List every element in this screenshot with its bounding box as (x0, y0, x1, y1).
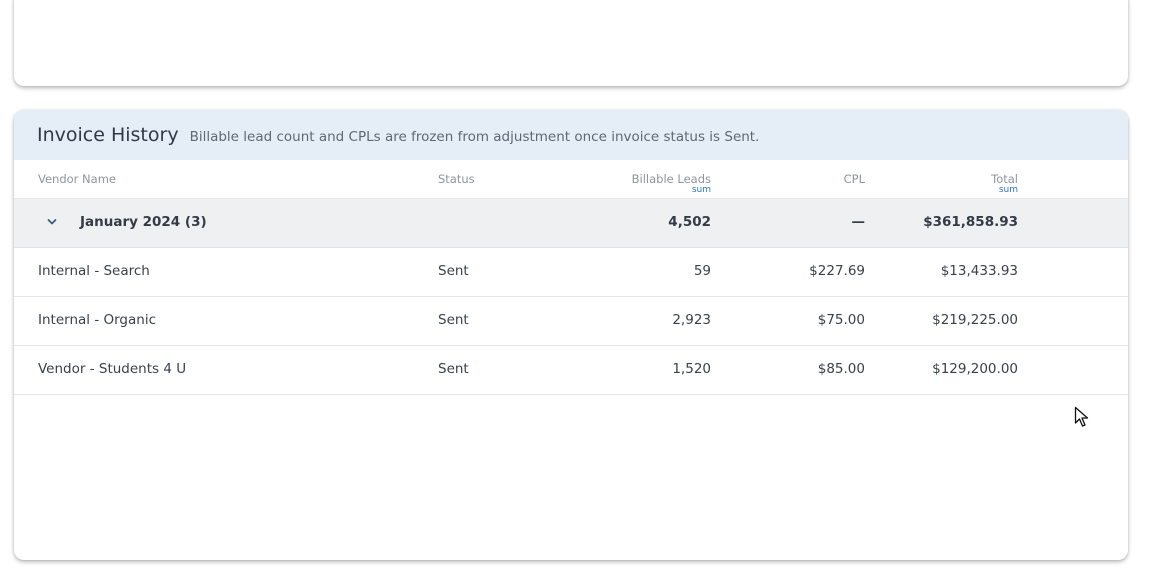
vendor-name-cell: Vendor - Students 4 U (38, 361, 187, 377)
status-cell: Sent (438, 361, 469, 377)
group-cpl: — (851, 214, 866, 230)
billable-leads-cell: 1,520 (672, 361, 711, 377)
status-cell: Sent (438, 263, 469, 279)
card-title: Invoice History (37, 124, 179, 146)
cpl-cell: $227.69 (809, 263, 865, 279)
vendor-name-cell: Internal - Search (38, 263, 150, 279)
mouse-cursor-icon (1074, 406, 1090, 428)
table-row[interactable]: Internal - Organic Sent 2,923 $75.00 $21… (14, 297, 1128, 346)
table-row[interactable]: Internal - Search Sent 59 $227.69 $13,43… (14, 248, 1128, 297)
cpl-cell: $75.00 (817, 312, 865, 328)
table-row[interactable]: Vendor - Students 4 U Sent 1,520 $85.00 … (14, 346, 1128, 395)
column-header-billable-leads-label: Billable Leads (631, 172, 711, 186)
column-header-total[interactable]: Total sum (991, 172, 1018, 195)
top-card (14, 0, 1128, 86)
invoice-history-card: Invoice History Billable lead count and … (14, 110, 1128, 560)
column-header-status[interactable]: Status (438, 172, 475, 186)
status-cell: Sent (438, 312, 469, 328)
group-row-january-2024[interactable]: January 2024 (3) 4,502 — $361,858.93 (14, 199, 1128, 248)
total-cell: $219,225.00 (932, 312, 1018, 328)
aggregate-label-sum: sum (998, 185, 1018, 195)
column-header-vendor-name[interactable]: Vendor Name (38, 172, 116, 186)
column-header-cpl[interactable]: CPL (844, 172, 865, 186)
aggregate-label-sum: sum (691, 185, 711, 195)
total-cell: $13,433.93 (940, 263, 1018, 279)
billable-leads-cell: 59 (693, 263, 711, 279)
card-subtitle: Billable lead count and CPLs are frozen … (189, 128, 760, 145)
total-cell: $129,200.00 (932, 361, 1018, 377)
group-billable-leads: 4,502 (668, 214, 711, 230)
column-header-total-label: Total (991, 172, 1018, 186)
group-label: January 2024 (3) (80, 214, 207, 230)
card-header: Invoice History Billable lead count and … (14, 110, 1128, 160)
billable-leads-cell: 2,923 (672, 312, 711, 328)
group-total: $361,858.93 (923, 214, 1018, 230)
chevron-down-icon[interactable] (45, 215, 59, 229)
table-header: Vendor Name Status Billable Leads sum CP… (14, 160, 1128, 199)
column-header-billable-leads[interactable]: Billable Leads sum (631, 172, 711, 195)
vendor-name-cell: Internal - Organic (38, 312, 156, 328)
cpl-cell: $85.00 (817, 361, 865, 377)
